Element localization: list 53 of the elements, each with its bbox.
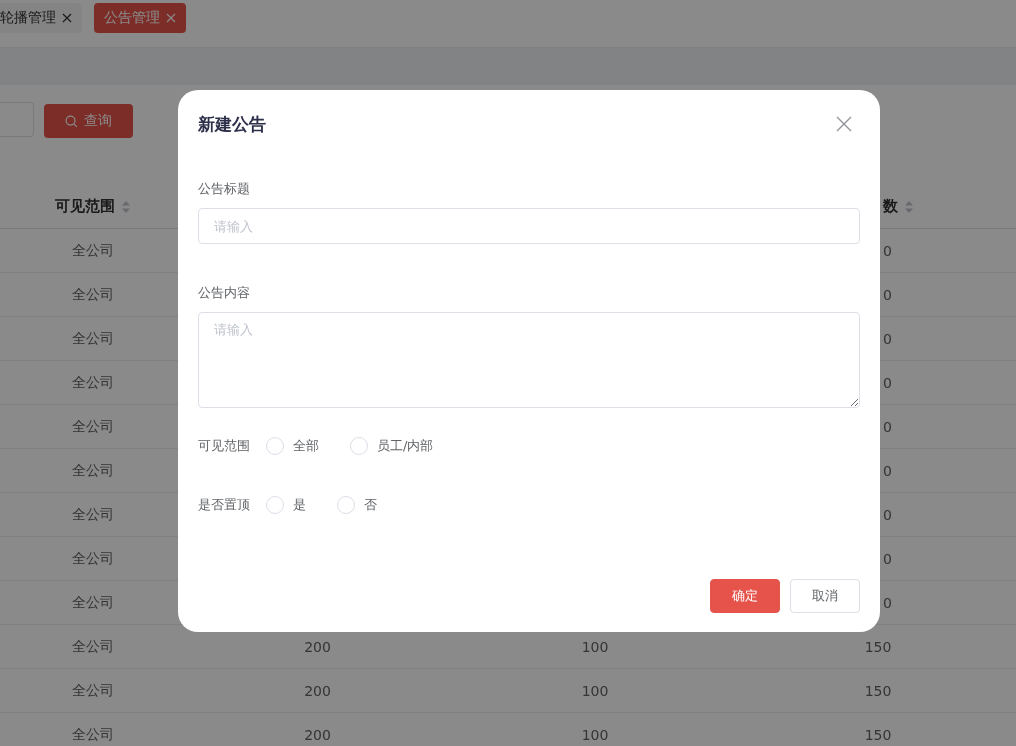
sort-icon[interactable] <box>904 199 914 214</box>
close-icon[interactable] <box>836 116 852 132</box>
table-cell: 150 <box>864 638 892 655</box>
table-cell: 全公司 <box>71 725 114 744</box>
table-cell: 0 <box>883 374 892 391</box>
table-cell: 全公司 <box>71 593 114 612</box>
table-cell: 200 <box>304 638 331 655</box>
table-cell: 150 <box>864 682 892 699</box>
table-cell: 0 <box>883 418 892 435</box>
title-input[interactable]: 请输入 <box>198 208 860 244</box>
dialog-title: 新建公告 <box>198 112 266 136</box>
content-textarea[interactable]: 请输入 <box>198 312 860 408</box>
table-cell: 100 <box>581 726 609 743</box>
table-cell: 全公司 <box>71 505 114 524</box>
radio-label[interactable]: 是 <box>293 496 306 514</box>
field-label: 可见范围 <box>198 437 251 455</box>
column-header[interactable]: 数 <box>883 197 898 216</box>
table-cell: 全公司 <box>71 549 114 568</box>
confirm-button[interactable]: 确定 <box>710 579 780 613</box>
field-label: 是否置顶 <box>198 496 251 514</box>
radio-label[interactable]: 全部 <box>293 437 319 455</box>
table-cell: 全公司 <box>71 461 114 480</box>
table-cell: 200 <box>304 682 331 699</box>
radio-label[interactable]: 员工/内部 <box>377 437 434 455</box>
radio-label[interactable]: 否 <box>364 496 377 514</box>
table-cell: 100 <box>581 638 609 655</box>
close-icon[interactable] <box>62 13 72 23</box>
table-cell: 全公司 <box>71 681 114 700</box>
table-cell: 200 <box>304 726 331 743</box>
table-cell: 0 <box>883 462 892 479</box>
field-label: 公告内容 <box>198 284 251 302</box>
field-label: 公告标题 <box>198 180 251 198</box>
table-cell: 0 <box>883 550 892 567</box>
table-cell: 0 <box>883 330 892 347</box>
search-button[interactable]: 查询 <box>44 104 133 138</box>
table-cell: 全公司 <box>71 417 114 436</box>
table-cell: 全公司 <box>71 285 114 304</box>
table-cell: 全公司 <box>71 241 114 260</box>
tab[interactable]: 公告管理 <box>94 3 186 33</box>
column-header[interactable]: 可见范围 <box>54 197 115 216</box>
table-cell: 0 <box>883 594 892 611</box>
table-cell: 0 <box>883 242 892 259</box>
table-cell: 全公司 <box>71 637 114 656</box>
table-cell: 0 <box>883 506 892 523</box>
tab[interactable]: 轮播管理 <box>0 3 82 33</box>
table-cell: 100 <box>581 682 609 699</box>
table-cell: 0 <box>883 286 892 303</box>
cancel-button[interactable]: 取消 <box>790 579 860 613</box>
table-cell: 全公司 <box>71 373 114 392</box>
table-cell: 全公司 <box>71 329 114 348</box>
sort-icon[interactable] <box>120 199 131 214</box>
search-icon <box>65 114 78 128</box>
table-cell: 150 <box>864 726 892 743</box>
